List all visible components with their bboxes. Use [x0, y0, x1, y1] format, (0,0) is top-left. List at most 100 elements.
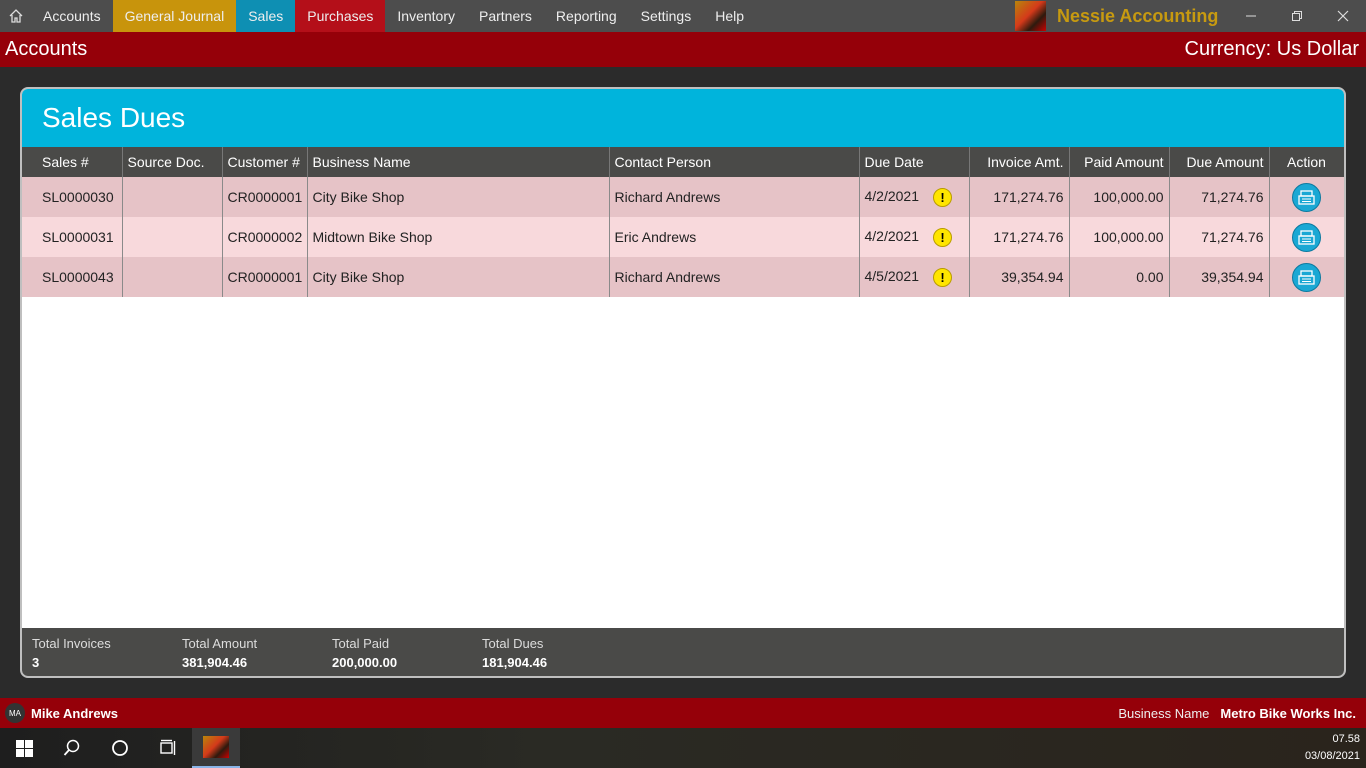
total-paid-label: Total Paid [332, 636, 390, 651]
panel-header: Sales Dues [22, 89, 1344, 147]
cell-contact-person: Richard Andrews [609, 257, 860, 297]
warning-icon: ! [933, 187, 952, 207]
menu-inventory[interactable]: Inventory [385, 0, 467, 32]
menu-general-journal[interactable]: General Journal [112, 0, 237, 32]
col-due-amount[interactable]: Due Amount [1169, 147, 1270, 177]
cortana-icon[interactable] [96, 728, 144, 768]
close-icon[interactable] [1320, 0, 1366, 32]
cell-due-date: 4/2/2021! [859, 217, 970, 257]
cell-paid-amount: 100,000.00 [1069, 177, 1170, 217]
page-header: Accounts Currency: Us Dollar [0, 32, 1366, 67]
register-payment-icon[interactable] [1292, 222, 1321, 252]
register-payment-icon[interactable] [1292, 182, 1321, 212]
cell-action [1269, 217, 1344, 257]
col-business-name[interactable]: Business Name [307, 147, 610, 177]
register-payment-icon[interactable] [1292, 262, 1321, 292]
app-name: Nessie Accounting [1057, 5, 1219, 26]
status-bar: MA Mike Andrews Business Name Metro Bike… [0, 698, 1366, 728]
nessie-app-taskbar-icon[interactable] [192, 728, 240, 768]
cell-source-doc [122, 217, 223, 257]
total-paid-value: 200,000.00 [332, 655, 398, 670]
cell-due-date: 4/5/2021! [859, 257, 970, 297]
total-invoices-label: Total Invoices [32, 636, 111, 651]
cell-due-amount: 39,354.94 [1169, 257, 1270, 297]
menu-help[interactable]: Help [703, 0, 756, 32]
avatar: MA [5, 703, 25, 723]
col-paid-amount[interactable]: Paid Amount [1069, 147, 1170, 177]
menu-purchases[interactable]: Purchases [295, 0, 386, 32]
search-icon[interactable] [48, 728, 96, 768]
menu-settings[interactable]: Settings [629, 0, 704, 32]
col-action: Action [1269, 147, 1344, 177]
cell-customer-no: CR0000001 [222, 257, 308, 297]
col-source-doc[interactable]: Source Doc. [122, 147, 223, 177]
business-name: Metro Bike Works Inc. [1220, 705, 1356, 721]
user-info[interactable]: MA Mike Andrews [5, 703, 118, 723]
table-row[interactable]: SL0000030 CR0000001 City Bike Shop Richa… [22, 177, 1344, 217]
due-date-text: 4/2/2021 [864, 187, 920, 204]
cell-customer-no: CR0000001 [222, 177, 308, 217]
menu-partners[interactable]: Partners [467, 0, 544, 32]
col-due-date[interactable]: Due Date [859, 147, 970, 177]
app-logo [203, 736, 229, 758]
task-view-icon[interactable] [144, 728, 192, 768]
cell-action [1269, 257, 1344, 297]
col-contact-person[interactable]: Contact Person [609, 147, 860, 177]
total-dues: Total Dues 181,904.46 [482, 628, 632, 676]
warning-icon: ! [933, 227, 952, 247]
menu-reporting[interactable]: Reporting [544, 0, 629, 32]
app-brand: Nessie Accounting [1015, 0, 1218, 32]
cell-paid-amount: 100,000.00 [1069, 217, 1170, 257]
menu-sales[interactable]: Sales [236, 0, 296, 32]
totals-footer: Total Invoices 3 Total Amount 381,904.46… [22, 628, 1344, 676]
system-clock[interactable]: 07.58 03/08/2021 [1305, 731, 1360, 765]
table-row[interactable]: SL0000031 CR0000002 Midtown Bike Shop Er… [22, 217, 1344, 257]
warning-icon: ! [933, 267, 952, 287]
minimize-icon[interactable] [1228, 0, 1274, 32]
cell-paid-amount: 0.00 [1069, 257, 1170, 297]
windows-taskbar: 07.58 03/08/2021 [0, 728, 1366, 768]
clock-time: 07.58 [1332, 733, 1360, 745]
total-invoices-value: 3 [32, 655, 40, 670]
cell-due-amount: 71,274.76 [1169, 217, 1270, 257]
page-title: Accounts [5, 38, 88, 60]
total-paid: Total Paid 200,000.00 [332, 628, 482, 676]
cell-sales-no: SL0000031 [22, 217, 123, 257]
home-icon[interactable] [0, 0, 31, 32]
cell-source-doc [122, 177, 223, 217]
cell-business-name: Midtown Bike Shop [307, 217, 610, 257]
cell-due-date: 4/2/2021! [859, 177, 970, 217]
col-customer-no[interactable]: Customer # [222, 147, 308, 177]
windows-start-icon[interactable] [0, 728, 48, 768]
cell-sales-no: SL0000030 [22, 177, 123, 217]
total-amount-value: 381,904.46 [182, 655, 248, 670]
menu-accounts[interactable]: Accounts [31, 0, 113, 32]
table-row[interactable]: SL0000043 CR0000001 City Bike Shop Richa… [22, 257, 1344, 297]
currency-label: Currency: Us Dollar [1184, 38, 1359, 60]
total-dues-label: Total Dues [482, 636, 544, 651]
user-name: Mike Andrews [31, 705, 118, 721]
business-info: Business Name Metro Bike Works Inc. [1118, 706, 1356, 721]
cell-business-name: City Bike Shop [307, 257, 610, 297]
restore-icon[interactable] [1274, 0, 1320, 32]
cell-action [1269, 177, 1344, 217]
cell-contact-person: Richard Andrews [609, 177, 860, 217]
cell-sales-no: SL0000043 [22, 257, 123, 297]
sales-dues-table: Sales # Source Doc. Customer # Business … [22, 147, 1344, 297]
cell-customer-no: CR0000002 [222, 217, 308, 257]
cell-contact-person: Eric Andrews [609, 217, 860, 257]
col-invoice-amt[interactable]: Invoice Amt. [969, 147, 1070, 177]
cell-due-amount: 71,274.76 [1169, 177, 1270, 217]
col-sales-no[interactable]: Sales # [22, 147, 123, 177]
due-date-text: 4/2/2021 [864, 227, 920, 244]
business-label: Business Name [1118, 705, 1210, 721]
clock-date: 03/08/2021 [1304, 750, 1360, 762]
cell-business-name: City Bike Shop [307, 177, 610, 217]
due-date-text: 4/5/2021 [864, 267, 920, 284]
panel-title: Sales Dues [42, 102, 186, 133]
total-amount: Total Amount 381,904.46 [182, 628, 332, 676]
cell-invoice-amt: 39,354.94 [969, 257, 1070, 297]
menu-bar: Accounts General Journal Sales Purchases… [0, 0, 1366, 32]
total-amount-label: Total Amount [182, 636, 258, 651]
total-invoices: Total Invoices 3 [32, 628, 182, 676]
